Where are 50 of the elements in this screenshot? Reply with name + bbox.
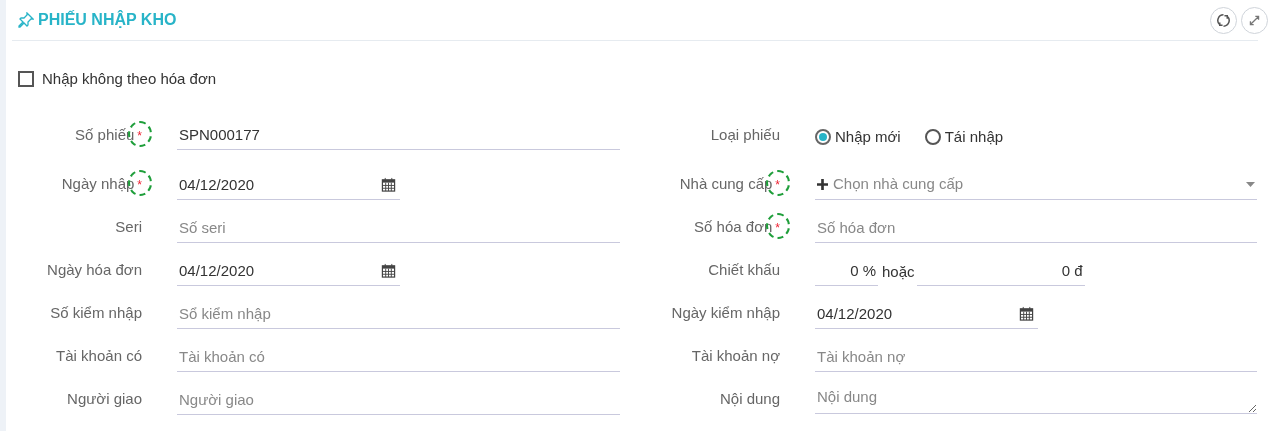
text-area[interactable]: Nội dung: [815, 382, 1257, 414]
amount-field[interactable]: 0 đ: [916, 255, 1085, 286]
field-label: Tài khoản có: [56, 347, 142, 365]
text-field[interactable]: Người giao: [177, 384, 620, 415]
required-asterisk: *: [137, 178, 142, 193]
field-label: Số hóa đơn: [694, 218, 773, 236]
field-label: Nhà cung cấp: [679, 175, 773, 193]
field-label: Tài khoản nợ: [691, 347, 780, 365]
text-field[interactable]: SPN000177: [177, 120, 620, 150]
field-label: Số kiểm nhập: [50, 304, 142, 322]
calendar-icon[interactable]: [381, 262, 396, 278]
refresh-button[interactable]: [1210, 7, 1237, 34]
required-asterisk: *: [775, 178, 780, 193]
expand-icon: [1248, 14, 1261, 27]
supplier-dropdown[interactable]: Chọn nhà cung cấp: [815, 169, 1257, 200]
field-label: Ngày kiểm nhập: [671, 304, 780, 322]
required-asterisk: *: [137, 128, 142, 143]
panel-title: PHIẾU NHẬP KHO: [38, 9, 177, 30]
required-asterisk: *: [775, 221, 780, 236]
field-label: Loại phiếu: [710, 125, 780, 143]
text-field[interactable]: Tài khoản có: [177, 341, 620, 372]
text-field[interactable]: Số hóa đơn: [815, 212, 1257, 243]
field-label: Số phiếu: [75, 125, 135, 143]
field-label: Người giao: [67, 390, 142, 408]
date-field[interactable]: 04/12/2020: [177, 255, 400, 286]
radio-label: Nhập mới: [835, 126, 901, 147]
expand-button[interactable]: [1241, 7, 1268, 34]
field-label: Seri: [115, 218, 142, 236]
connector-text: hoặc: [882, 262, 915, 283]
field-label: Chiết khấu: [708, 261, 780, 279]
radio-label: Tái nhập: [944, 126, 1004, 147]
calendar-icon[interactable]: [381, 176, 396, 192]
radio-button[interactable]: [924, 129, 941, 145]
plus-icon: [817, 178, 828, 190]
radio-button[interactable]: [815, 129, 831, 145]
date-field[interactable]: 04/12/2020: [815, 298, 1038, 329]
text-field[interactable]: Tài khoản nợ: [815, 341, 1257, 372]
calendar-icon[interactable]: [1019, 305, 1034, 321]
date-field[interactable]: 04/12/2020: [177, 169, 400, 200]
caret-icon: [1246, 181, 1255, 187]
percent-field[interactable]: 0 %: [815, 255, 878, 286]
field-label: Nội dung: [719, 390, 780, 408]
refresh-icon: [1216, 13, 1231, 28]
checkbox[interactable]: [18, 71, 34, 87]
field-label: Ngày hóa đơn: [47, 261, 142, 279]
field-label: Ngày nhập: [61, 175, 135, 193]
text-field[interactable]: Số seri: [177, 212, 620, 243]
pin-icon: [18, 12, 34, 28]
checkbox-label: Nhập không theo hóa đơn: [42, 68, 217, 89]
text-field[interactable]: Sổ kiểm nhập: [177, 298, 620, 329]
